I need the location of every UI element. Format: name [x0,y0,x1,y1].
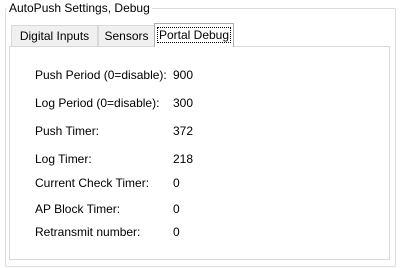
log-period-label: Log Period (0=disable): [35,96,160,110]
push-period-value: 900 [173,68,194,82]
log-timer-value: 218 [173,152,194,166]
log-timer-label: Log Timer: [35,152,92,166]
tab-label: Digital Inputs [19,29,90,43]
tab-digital-inputs[interactable]: Digital Inputs [11,25,98,46]
current-check-timer-value: 0 [173,176,180,190]
ap-block-timer-label: AP Block Timer: [35,202,121,216]
log-period-value: 300 [173,96,194,110]
ap-block-timer-value: 0 [173,202,180,216]
tab-portal-debug[interactable]: Portal Debug [154,23,234,47]
groupbox-title: AutoPush Settings, Debug [7,1,152,15]
push-timer-value: 372 [173,124,194,138]
tab-label: Sensors [104,29,149,43]
retransmit-number-value: 0 [173,225,180,239]
retransmit-number-label: Retransmit number: [35,225,141,239]
push-timer-label: Push Timer: [35,124,100,138]
current-check-timer-label: Current Check Timer: [35,176,150,190]
push-period-label: Push Period (0=disable): [35,68,167,82]
tab-sensors[interactable]: Sensors [98,25,155,46]
tab-label: Portal Debug [156,27,232,43]
